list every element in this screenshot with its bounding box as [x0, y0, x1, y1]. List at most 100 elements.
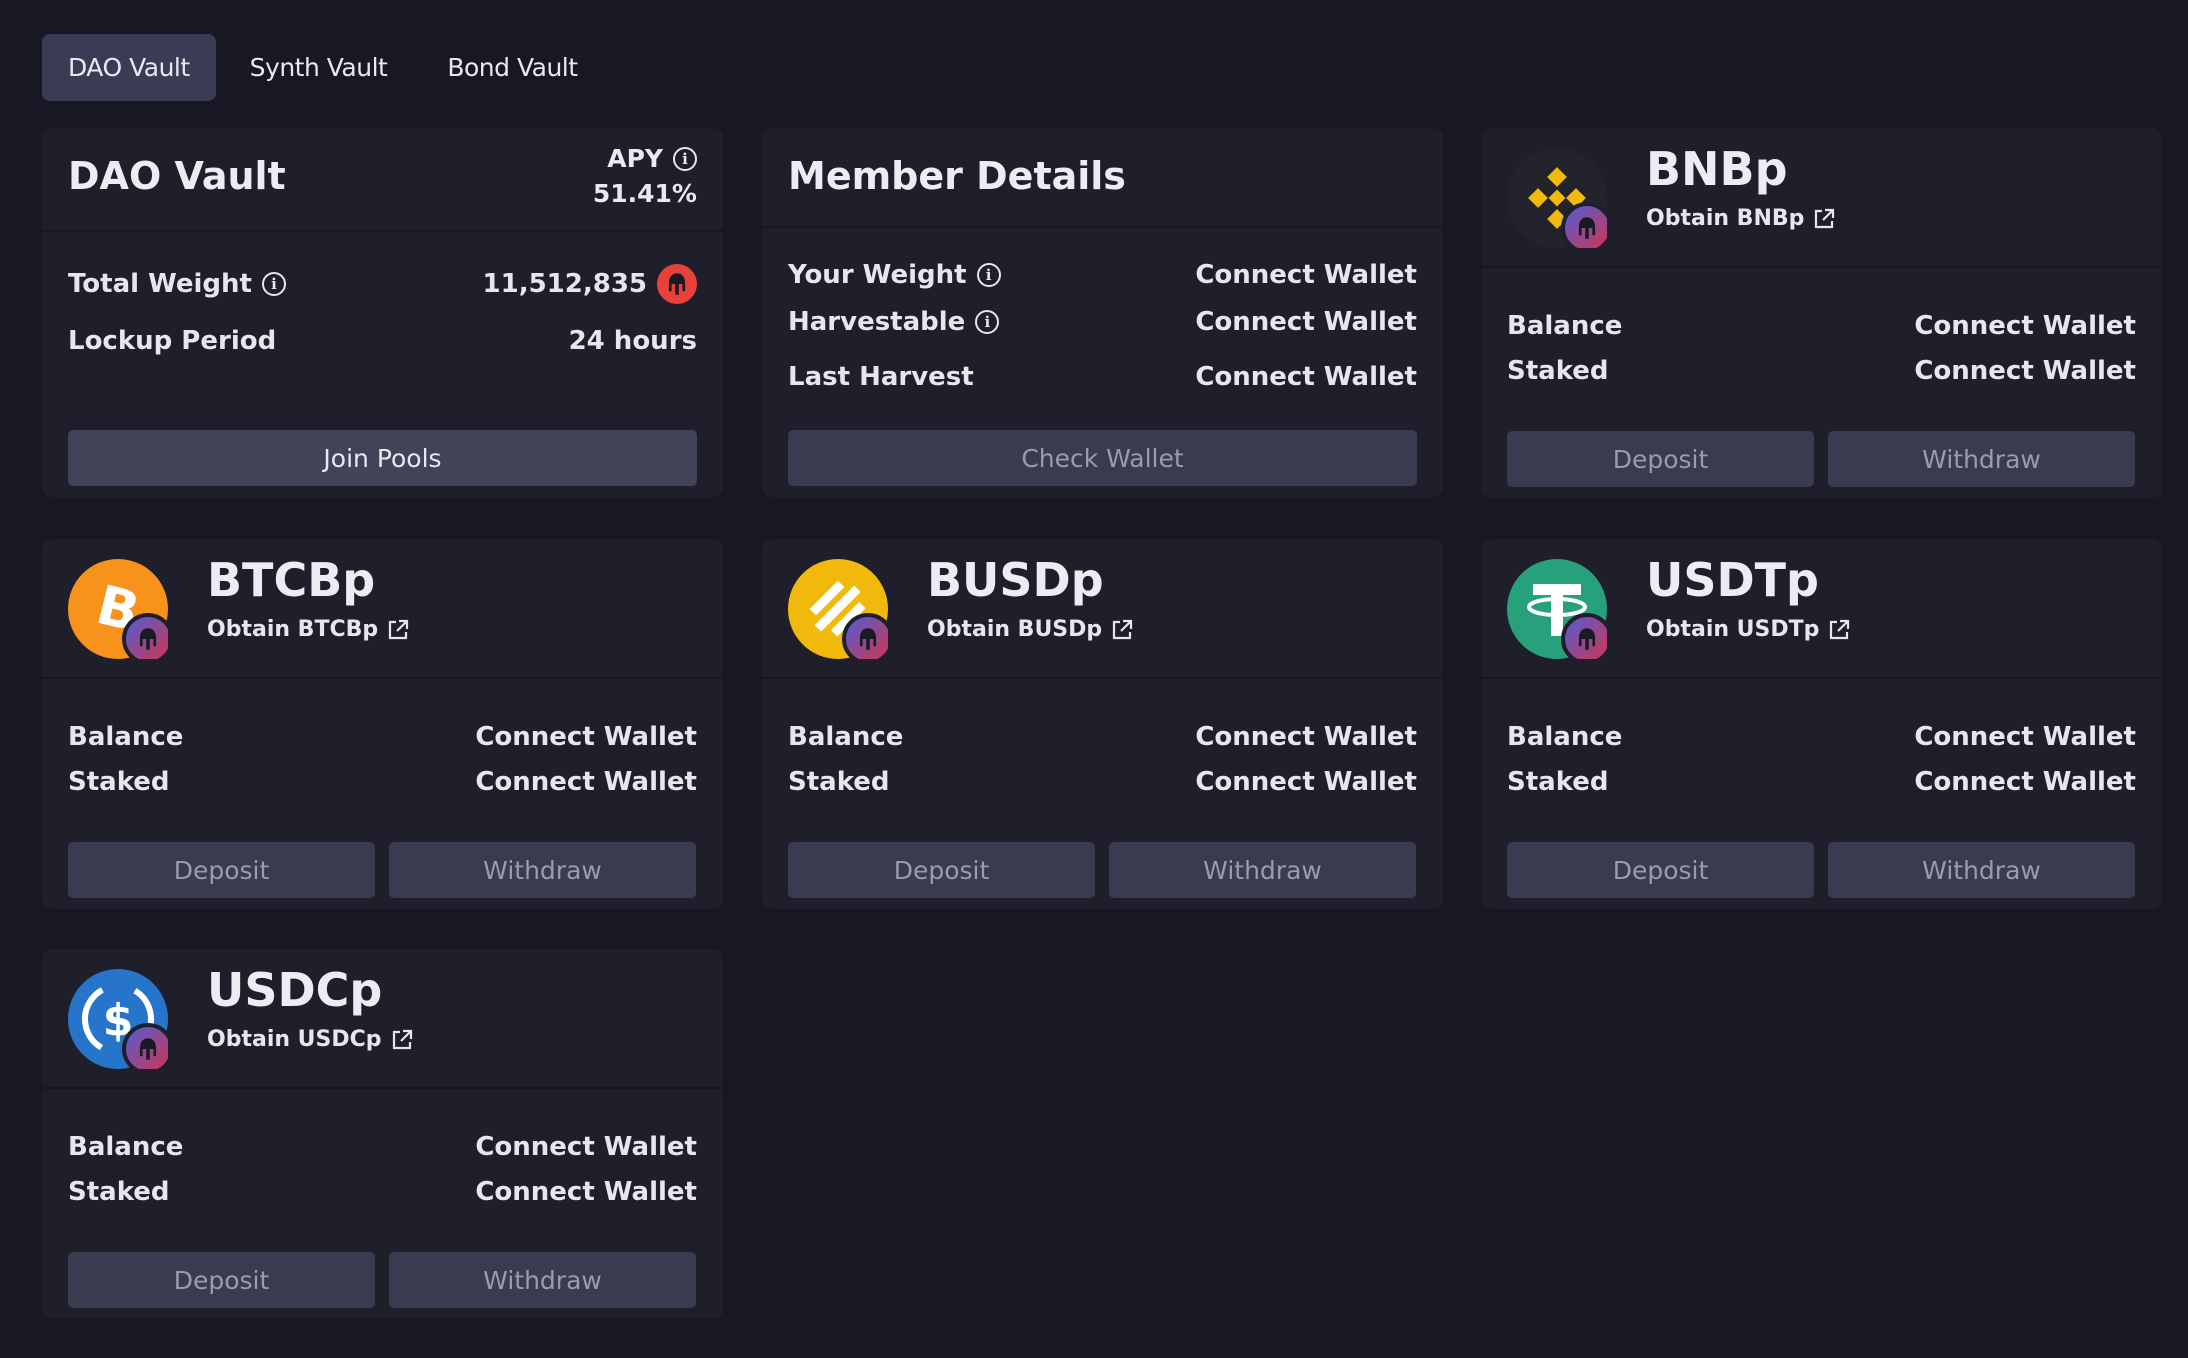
balance-label: Balance — [68, 1132, 184, 1162]
btc-icon: B — [68, 559, 168, 659]
obtain-link-text[interactable]: Obtain USDTp — [1646, 617, 1819, 642]
staked-value: Connect Wallet — [475, 1177, 697, 1207]
withdraw-button[interactable]: Withdraw — [389, 842, 696, 898]
obtain-link[interactable]: Obtain USDTp — [1646, 617, 1851, 642]
staked-row: Staked Connect Wallet — [68, 767, 697, 797]
check-wallet-button[interactable]: Check Wallet — [788, 430, 1417, 486]
pool-name: USDCp — [207, 963, 383, 1017]
staked-label: Staked — [1507, 356, 1609, 386]
deposit-button[interactable]: Deposit — [68, 842, 375, 898]
lockup-value: 24 hours — [568, 326, 697, 356]
tab-bond-vault[interactable]: Bond Vault — [421, 34, 603, 101]
deposit-button[interactable]: Deposit — [1507, 842, 1814, 898]
apy-value: 51.41% — [592, 179, 697, 208]
balance-value: Connect Wallet — [1195, 722, 1417, 752]
spartan-badge-icon — [1561, 202, 1607, 248]
staked-label: Staked — [788, 767, 890, 797]
your-weight-label: Your Weight — [788, 260, 967, 290]
usdc-icon: $ — [68, 969, 168, 1069]
member-details-card: Member Details Your Weight i Connect Wall… — [762, 128, 1443, 497]
your-weight-row: Your Weight i Connect Wallet — [788, 260, 1417, 290]
balance-value: Connect Wallet — [475, 722, 697, 752]
pool-name: BNBp — [1646, 142, 1788, 196]
balance-label: Balance — [1507, 722, 1623, 752]
info-icon[interactable]: i — [976, 263, 1001, 287]
last-harvest-label: Last Harvest — [788, 362, 974, 392]
harvestable-value: Connect Wallet — [1195, 307, 1417, 337]
obtain-link[interactable]: Obtain BUSDp — [927, 617, 1134, 642]
pool-name: BUSDp — [927, 553, 1104, 607]
staked-value: Connect Wallet — [1914, 767, 2136, 797]
obtain-link[interactable]: Obtain BTCBp — [207, 617, 410, 642]
staked-value: Connect Wallet — [475, 767, 697, 797]
external-link-icon[interactable] — [1110, 618, 1134, 642]
bnb-icon — [1507, 148, 1607, 248]
balance-value: Connect Wallet — [1914, 311, 2136, 341]
deposit-button[interactable]: Deposit — [788, 842, 1095, 898]
obtain-link-text[interactable]: Obtain BTCBp — [207, 617, 378, 642]
external-link-icon[interactable] — [390, 1028, 414, 1052]
balance-row: Balance Connect Wallet — [788, 722, 1417, 752]
pool-card-header: BUSDp Obtain BUSDp — [762, 539, 1443, 679]
dao-vault-title: DAO Vault — [68, 154, 286, 198]
usdt-icon — [1507, 559, 1607, 659]
pool-card-btcbp: B BTCBp Obtain BTCBp Balance Connect Wal… — [42, 539, 723, 909]
pool-name: USDTp — [1646, 553, 1819, 607]
your-weight-value: Connect Wallet — [1195, 260, 1417, 290]
deposit-button[interactable]: Deposit — [1507, 431, 1814, 487]
dao-vault-header: DAO Vault APY i 51.41% — [42, 128, 723, 232]
pool-card-usdcp: $ USDCp Obtain USDCp Balance Connect Wal… — [42, 949, 723, 1319]
tab-dao-vault[interactable]: DAO Vault — [42, 34, 216, 101]
pool-name: BTCBp — [207, 553, 376, 607]
spartan-badge-icon — [842, 613, 888, 659]
balance-label: Balance — [788, 722, 904, 752]
last-harvest-value: Connect Wallet — [1195, 362, 1417, 392]
pool-card-header: BNBp Obtain BNBp — [1481, 128, 2162, 268]
withdraw-button[interactable]: Withdraw — [1828, 431, 2135, 487]
total-weight-label: Total Weight — [68, 269, 252, 299]
staked-label: Staked — [68, 1177, 170, 1207]
withdraw-button[interactable]: Withdraw — [389, 1252, 696, 1308]
join-pools-button[interactable]: Join Pools — [68, 430, 697, 486]
pool-card-header: $ USDCp Obtain USDCp — [42, 949, 723, 1089]
obtain-link-text[interactable]: Obtain BUSDp — [927, 617, 1102, 642]
info-icon[interactable]: i — [261, 272, 286, 296]
balance-value: Connect Wallet — [475, 1132, 697, 1162]
spartan-token-icon — [657, 264, 697, 304]
pool-card-usdtp: USDTp Obtain USDTp Balance Connect Walle… — [1481, 539, 2162, 909]
obtain-link-text[interactable]: Obtain USDCp — [207, 1027, 382, 1052]
balance-row: Balance Connect Wallet — [68, 1132, 697, 1162]
staked-label: Staked — [1507, 767, 1609, 797]
deposit-button[interactable]: Deposit — [68, 1252, 375, 1308]
spartan-badge-icon — [122, 1023, 168, 1069]
last-harvest-row: Last Harvest Connect Wallet — [788, 362, 1417, 392]
lockup-row: Lockup Period 24 hours — [68, 326, 697, 356]
info-icon[interactable]: i — [673, 146, 697, 171]
withdraw-button[interactable]: Withdraw — [1109, 842, 1416, 898]
balance-row: Balance Connect Wallet — [1507, 722, 2136, 752]
lockup-label: Lockup Period — [68, 326, 277, 356]
balance-row: Balance Connect Wallet — [1507, 311, 2136, 341]
harvestable-row: Harvestable i Connect Wallet — [788, 307, 1417, 337]
obtain-link-text[interactable]: Obtain BNBp — [1646, 206, 1804, 231]
staked-value: Connect Wallet — [1914, 356, 2136, 386]
staked-row: Staked Connect Wallet — [68, 1177, 697, 1207]
balance-row: Balance Connect Wallet — [68, 722, 697, 752]
obtain-link[interactable]: Obtain BNBp — [1646, 206, 1836, 231]
apy-label: APY — [607, 144, 663, 173]
external-link-icon[interactable] — [1812, 207, 1836, 231]
external-link-icon[interactable] — [386, 618, 410, 642]
staked-label: Staked — [68, 767, 170, 797]
info-icon[interactable]: i — [975, 310, 1000, 334]
member-details-title: Member Details — [788, 154, 1126, 198]
pool-card-header: USDTp Obtain USDTp — [1481, 539, 2162, 679]
member-details-header: Member Details — [762, 128, 1443, 228]
external-link-icon[interactable] — [1827, 618, 1851, 642]
staked-row: Staked Connect Wallet — [788, 767, 1417, 797]
staked-row: Staked Connect Wallet — [1507, 356, 2136, 386]
withdraw-button[interactable]: Withdraw — [1828, 842, 2135, 898]
total-weight-value: 11,512,835 — [482, 269, 647, 299]
pool-card-bnbp: BNBp Obtain BNBp Balance Connect Wallet … — [1481, 128, 2162, 498]
obtain-link[interactable]: Obtain USDCp — [207, 1027, 414, 1052]
tab-synth-vault[interactable]: Synth Vault — [224, 34, 414, 101]
